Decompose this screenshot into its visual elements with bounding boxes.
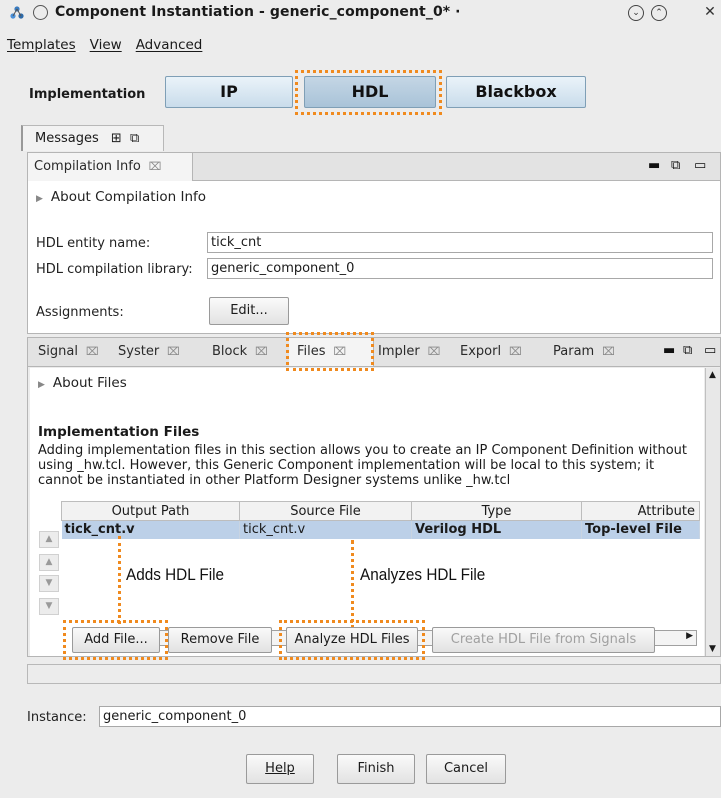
tab-compilation-info[interactable]: Compilation Info ⌧ <box>28 153 193 181</box>
component-tabstrip: Signal ⌧ Syster ⌧ Block ⌧ Files ⌧ Impler ⌧ Ex… <box>28 338 720 367</box>
add-file-highlight <box>63 620 168 660</box>
float-icon[interactable]: ⧉ <box>130 131 139 146</box>
window-menu-icon[interactable] <box>33 5 48 20</box>
component-instantiation-window: Component Instantiation - generic_compon… <box>0 0 721 798</box>
menu-bar: Templates View Advanced <box>0 37 202 57</box>
scroll-down-icon[interactable]: ▼ <box>709 644 716 654</box>
panel-detach-icon[interactable]: ⧉ <box>671 158 680 173</box>
compilation-library-field[interactable]: generic_component_0 <box>207 258 713 279</box>
tab-system[interactable]: Syster ⌧ <box>118 338 180 366</box>
scroll-up-icon[interactable]: ▲ <box>709 370 716 380</box>
about-files[interactable]: ▶ About Files <box>38 375 127 391</box>
adds-annotation: Adds HDL File <box>126 565 225 584</box>
analyzes-annotation: Analyzes HDL File <box>360 565 486 584</box>
tab-block[interactable]: Block ⌧ <box>212 338 268 366</box>
maximize-icon[interactable]: ⌃ <box>651 5 667 21</box>
compilation-tabstrip: Compilation Info ⌧ ▬ ⧉ ▭ <box>28 153 720 181</box>
minimize-icon[interactable]: ⌄ <box>628 5 644 21</box>
files-panel-maximize-icon[interactable]: ▭ <box>704 343 716 358</box>
column-attribute[interactable]: Attribute <box>581 501 700 521</box>
files-content: ▶ About Files Implementation Files Adding… <box>30 368 704 656</box>
messages-tab[interactable]: Messages ⊞ ⧉ <box>21 125 164 151</box>
entity-name-field[interactable]: tick_cnt <box>207 232 713 253</box>
compilation-info-panel: Compilation Info ⌧ ▬ ⧉ ▭ ▶ About Compilati… <box>27 152 721 334</box>
menu-advanced[interactable]: Advanced <box>136 37 203 57</box>
implementation-files-description: Adding implementation files in this sect… <box>38 443 688 488</box>
instance-label: Instance: <box>27 710 87 725</box>
assignments-label: Assignments: <box>36 305 124 320</box>
window-title: Component Instantiation - generic_compon… <box>55 4 461 20</box>
column-type[interactable]: Type <box>411 501 582 521</box>
pin-icon[interactable]: ⊞ <box>111 131 122 146</box>
panel-minimize-icon[interactable]: ▬ <box>648 158 660 173</box>
tab-parameters[interactable]: Param ⌧ <box>553 338 615 366</box>
tab-exports[interactable]: Exporl ⌧ <box>460 338 522 366</box>
files-vertical-scrollbar[interactable]: ▲ ▼ <box>705 368 720 656</box>
files-panel-detach-icon[interactable]: ⧉ <box>683 343 692 358</box>
expand-triangle-icon: ▶ <box>36 194 43 204</box>
tab-implementation[interactable]: Impler ⌧ <box>378 338 440 366</box>
tab-signal[interactable]: Signal ⌧ <box>38 338 99 366</box>
files-panel: Signal ⌧ Syster ⌧ Block ⌧ Files ⌧ Impler ⌧ Ex… <box>27 337 721 657</box>
move-bottom-icon[interactable]: ▼ <box>39 598 59 615</box>
impl-blackbox-button[interactable]: Blackbox <box>446 76 586 108</box>
move-top-icon[interactable]: ▲ <box>39 531 59 548</box>
panel-maximize-icon[interactable]: ▭ <box>694 158 706 173</box>
files-panel-minimize-icon[interactable]: ▬ <box>663 343 675 358</box>
hdl-highlight <box>295 70 442 115</box>
implementation-label: Implementation <box>29 87 146 102</box>
cell-output-path[interactable]: tick_cnt.v <box>61 520 240 539</box>
files-tab-highlight <box>286 332 374 371</box>
analyze-highlight <box>279 620 425 660</box>
about-compilation-info[interactable]: ▶ About Compilation Info <box>36 189 206 205</box>
status-strip <box>27 664 721 684</box>
cell-type[interactable]: Verilog HDL <box>411 520 582 539</box>
remove-file-button[interactable]: Remove File <box>168 627 272 653</box>
create-hdl-file-button[interactable]: Create HDL File from Signals <box>432 627 655 653</box>
impl-ip-button[interactable]: IP <box>165 76 293 108</box>
tab-close-icon[interactable]: ⌧ <box>149 160 162 173</box>
move-up-icon[interactable]: ▲ <box>39 554 59 571</box>
table-header-row: Output Path Source File Type Attribute <box>61 501 700 521</box>
messages-tab-label: Messages <box>35 131 99 146</box>
finish-button[interactable]: Finish <box>337 754 415 784</box>
expand-triangle-icon: ▶ <box>38 380 45 390</box>
tab-compilation-label: Compilation Info <box>34 159 141 174</box>
cell-attribute[interactable]: Top-level File <box>581 520 700 539</box>
about-files-label: About Files <box>52 375 127 391</box>
cancel-button[interactable]: Cancel <box>426 754 506 784</box>
scroll-right-icon[interactable]: ▶ <box>686 631 693 641</box>
close-icon[interactable]: ✕ <box>702 5 718 21</box>
menu-templates[interactable]: Templates <box>7 37 76 57</box>
about-compilation-label: About Compilation Info <box>50 189 207 205</box>
table-row[interactable]: tick_cnt.v tick_cnt.v Verilog HDL Top-le… <box>61 520 700 539</box>
instance-field[interactable]: generic_component_0 <box>99 706 721 727</box>
edit-assignments-button[interactable]: Edit... <box>209 297 289 325</box>
help-button-label: Help <box>265 761 295 776</box>
menu-view[interactable]: View <box>90 37 122 57</box>
files-table: Output Path Source File Type Attribute t… <box>61 501 700 539</box>
title-bar: Component Instantiation - generic_compon… <box>0 0 721 26</box>
column-source-file[interactable]: Source File <box>239 501 412 521</box>
help-button[interactable]: Help <box>246 754 314 784</box>
move-down-icon[interactable]: ▼ <box>39 575 59 592</box>
column-output-path[interactable]: Output Path <box>61 501 240 521</box>
entity-name-label: HDL entity name: <box>36 236 151 251</box>
compilation-library-label: HDL compilation library: <box>36 262 193 277</box>
app-icon <box>10 6 24 19</box>
implementation-files-title: Implementation Files <box>38 424 200 440</box>
cell-source-file[interactable]: tick_cnt.v <box>239 520 412 539</box>
